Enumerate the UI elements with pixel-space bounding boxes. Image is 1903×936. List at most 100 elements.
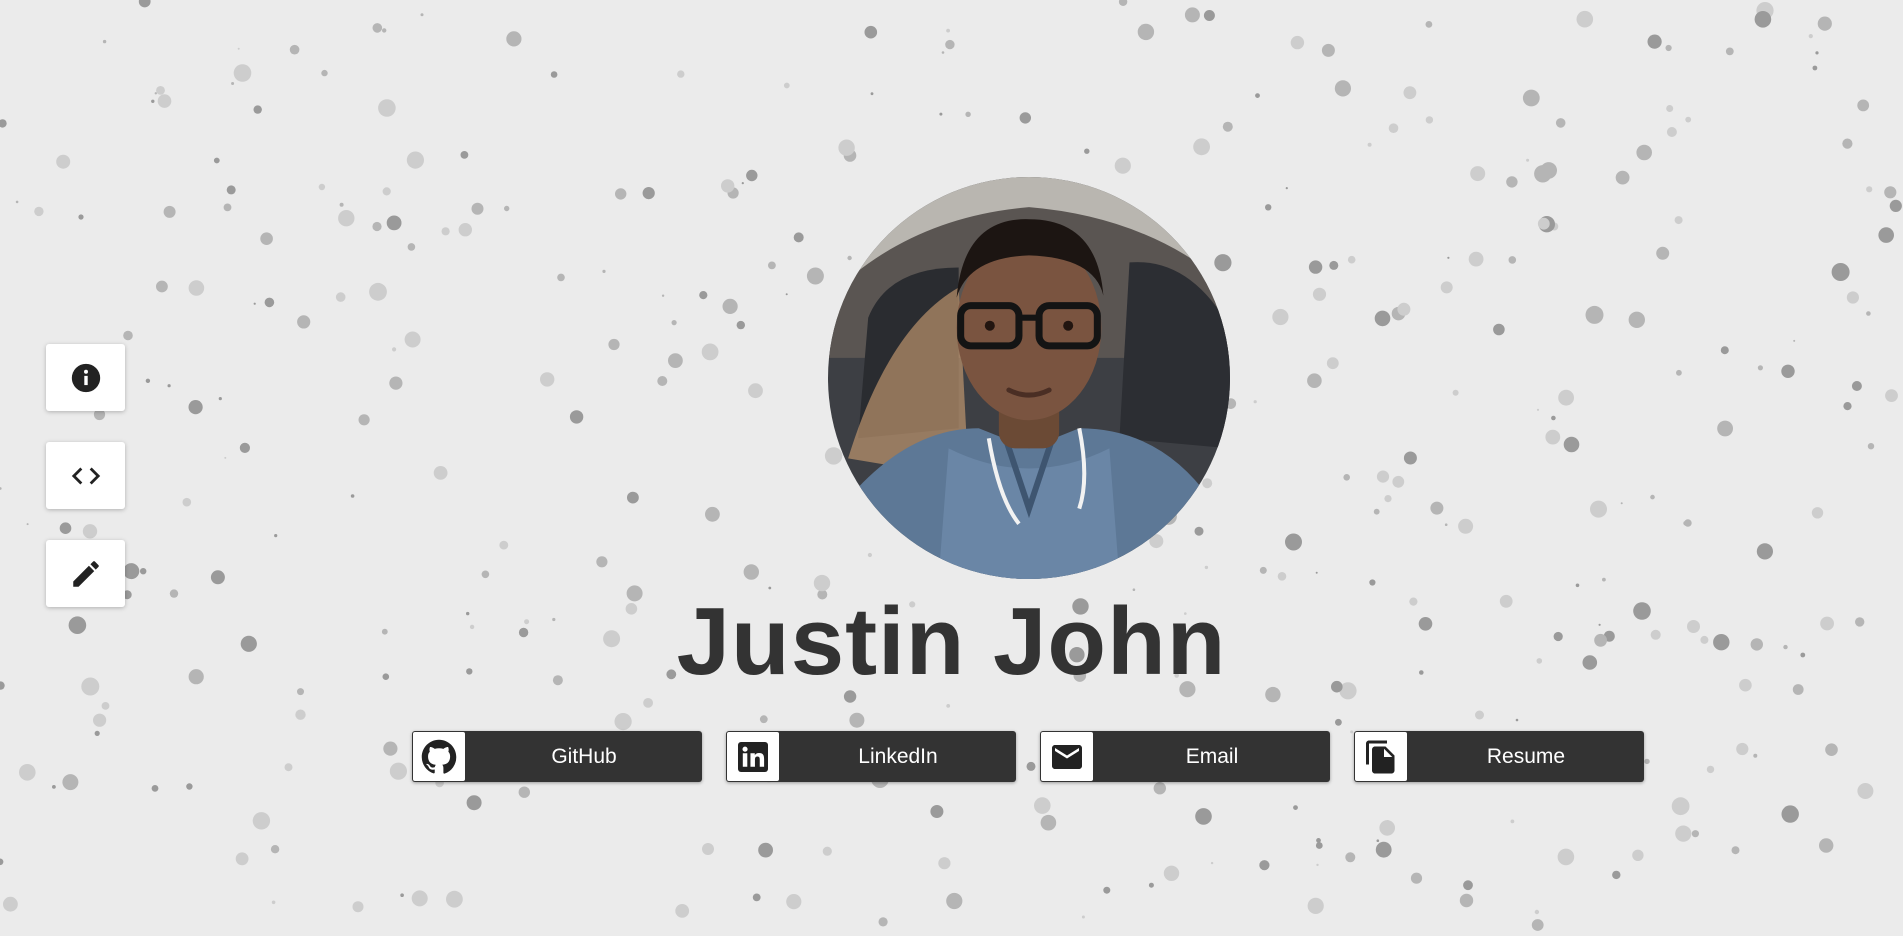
particle-dot <box>1347 255 1356 264</box>
particle-dot <box>1551 415 1556 421</box>
particle-dot <box>1447 256 1450 259</box>
particle-dot <box>1315 842 1323 849</box>
particle-dot <box>163 205 176 218</box>
particle-dot <box>1259 566 1267 574</box>
particle-dot <box>15 200 19 204</box>
particle-dot <box>938 857 951 870</box>
particle-dot <box>1458 518 1474 534</box>
particle-dot <box>466 795 482 811</box>
particle-dot <box>123 563 140 580</box>
particle-dot <box>0 858 4 866</box>
particle-dot <box>372 221 382 232</box>
particle-dot <box>1666 127 1677 137</box>
resume-button[interactable]: Resume <box>1354 731 1644 782</box>
particle-dot <box>1308 260 1323 274</box>
particle-dot <box>1316 838 1321 843</box>
email-button[interactable]: Email <box>1040 731 1330 782</box>
particle-dot <box>642 187 655 200</box>
particle-dot <box>145 378 151 383</box>
particle-dot <box>1793 339 1796 342</box>
particle-dot <box>1815 51 1819 55</box>
particle-dot <box>596 556 608 568</box>
particle-dot <box>1506 176 1518 188</box>
particle-dot <box>540 372 555 387</box>
particle-dot <box>1369 579 1376 586</box>
particle-dot <box>151 785 159 792</box>
particle-dot <box>1470 166 1486 182</box>
particle-dot <box>824 447 843 465</box>
particle-dot <box>1329 260 1339 270</box>
particle-dot <box>1671 797 1690 816</box>
particle-dot <box>1452 389 1459 396</box>
particle-dot <box>1846 291 1859 304</box>
particle-dot <box>1866 186 1873 193</box>
particle-dot <box>1522 89 1540 107</box>
particle-dot <box>752 893 761 902</box>
particle-dot <box>441 227 450 236</box>
particle-dot <box>748 383 763 399</box>
particle-dot <box>284 763 293 772</box>
particle-dot <box>1367 142 1372 147</box>
particle-dot <box>849 712 865 728</box>
particle-dot <box>1195 808 1212 825</box>
projects-button[interactable] <box>46 442 125 509</box>
particle-dot <box>59 522 72 534</box>
particle-dot <box>1285 533 1302 551</box>
particle-dot <box>1683 521 1688 526</box>
particle-dot <box>1754 10 1772 28</box>
particle-dot <box>1731 846 1740 855</box>
particle-dot <box>151 99 155 104</box>
particle-dot <box>1878 227 1894 243</box>
code-icon <box>71 467 100 484</box>
particle-dot <box>702 843 714 855</box>
particle-dot <box>1534 165 1552 183</box>
avatar-photo <box>828 177 1230 579</box>
particle-dot <box>1650 494 1655 500</box>
particle-dot <box>407 243 416 251</box>
particle-dot <box>793 232 804 243</box>
particle-dot <box>2 896 18 912</box>
particle-dot <box>1665 44 1672 52</box>
particle-dot <box>289 44 300 55</box>
particle-dot <box>1315 571 1318 574</box>
particle-dot <box>271 900 276 905</box>
particle-dot <box>274 534 278 538</box>
pencil-icon <box>72 560 99 587</box>
particle-dot <box>318 183 326 191</box>
particle-dot <box>768 261 776 270</box>
particle-dot <box>1203 10 1215 21</box>
particle-dot <box>878 917 888 927</box>
particle-dot <box>1508 256 1517 264</box>
particle-dot <box>1210 861 1214 865</box>
particle-dot <box>404 331 421 348</box>
particle-dot <box>34 206 44 217</box>
particle-dot <box>156 280 168 293</box>
particle-dot <box>372 23 383 33</box>
particle-dot <box>759 715 768 724</box>
particle-dot <box>1343 474 1350 481</box>
particle-dot <box>297 315 311 329</box>
particle-dot <box>386 215 402 231</box>
linkedin-button[interactable]: LinkedIn <box>726 731 1016 782</box>
particle-dot <box>270 845 280 854</box>
github-button[interactable]: GitHub <box>412 731 702 782</box>
about-button[interactable] <box>46 344 125 411</box>
particle-dot <box>1468 251 1484 267</box>
particle-dot <box>1725 47 1734 56</box>
particle-dot <box>838 139 855 156</box>
particle-dot <box>0 119 7 128</box>
particle-dot <box>1720 346 1729 355</box>
particle-dot <box>1756 543 1773 560</box>
particle-dot <box>699 291 708 300</box>
particle-dot <box>1153 782 1167 795</box>
particle-dot <box>1193 138 1210 156</box>
particle-dot <box>389 376 403 390</box>
particle-dot <box>1277 572 1287 581</box>
particle-dot <box>1753 753 1758 758</box>
linkedin-label: LinkedIn <box>858 744 938 768</box>
particle-dot <box>56 154 71 169</box>
particle-dot <box>608 338 620 351</box>
particle-dot <box>1717 420 1733 437</box>
particle-dot <box>1307 373 1322 389</box>
particle-dot <box>939 112 943 116</box>
